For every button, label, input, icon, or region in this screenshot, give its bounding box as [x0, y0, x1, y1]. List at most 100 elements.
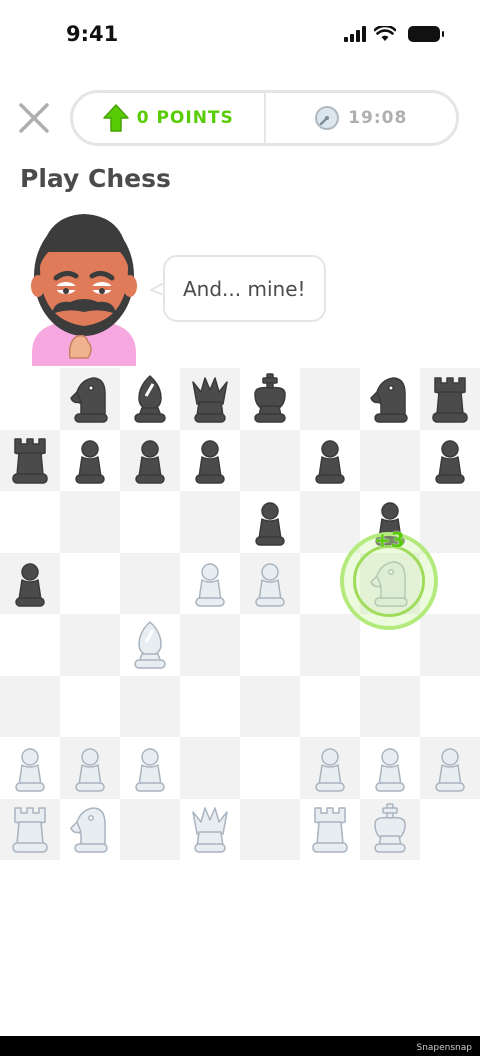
black-pawn-piece[interactable] — [300, 430, 360, 492]
points-section: 0 POINTS — [73, 93, 264, 143]
pawn-icon — [15, 748, 45, 792]
close-button[interactable] — [16, 100, 52, 136]
pawn-icon — [135, 440, 165, 484]
speech-text: And... mine! — [183, 276, 306, 301]
black-knight-piece[interactable] — [60, 368, 120, 430]
board-square[interactable] — [60, 552, 120, 614]
board-square[interactable] — [120, 675, 180, 737]
white-pawn-piece[interactable] — [360, 737, 420, 799]
score-timer-pill: 0 POINTS 19:08 — [70, 90, 459, 146]
black-queen-piece[interactable] — [180, 368, 240, 430]
pawn-icon — [135, 748, 165, 792]
black-pawn-piece[interactable] — [420, 430, 480, 492]
white-pawn-piece[interactable] — [300, 737, 360, 799]
board-square[interactable] — [420, 798, 480, 860]
board-square[interactable] — [300, 368, 360, 430]
board-square[interactable] — [240, 614, 300, 676]
black-pawn-piece[interactable] — [180, 430, 240, 492]
pawn-icon — [315, 440, 345, 484]
queen-icon — [192, 807, 228, 853]
knight-icon — [370, 377, 408, 423]
white-pawn-piece[interactable] — [0, 737, 60, 799]
rook-icon — [12, 438, 48, 484]
board-square[interactable] — [300, 614, 360, 676]
black-pawn-piece[interactable] — [240, 491, 300, 553]
black-rook-piece[interactable] — [420, 368, 480, 430]
board-square[interactable] — [300, 675, 360, 737]
white-queen-piece[interactable] — [180, 799, 240, 861]
white-bishop-piece[interactable] — [120, 614, 180, 676]
board-square[interactable] — [60, 614, 120, 676]
pawn-icon — [255, 502, 285, 546]
black-knight-piece[interactable] — [360, 368, 420, 430]
board-square[interactable] — [180, 737, 240, 799]
bishop-icon — [134, 375, 166, 423]
board-square[interactable] — [360, 675, 420, 737]
status-icons — [344, 26, 444, 42]
white-pawn-piece[interactable] — [420, 737, 480, 799]
board-square[interactable] — [420, 675, 480, 737]
black-pawn-piece[interactable] — [120, 430, 180, 492]
knight-icon — [70, 807, 108, 853]
board-square[interactable] — [120, 491, 180, 553]
board-square[interactable] — [0, 491, 60, 553]
knight-icon — [70, 377, 108, 423]
score-popup: +3 — [374, 528, 405, 552]
stopwatch-icon — [315, 106, 340, 130]
board-square[interactable] — [120, 798, 180, 860]
white-pawn-piece[interactable] — [120, 737, 180, 799]
board-square[interactable] — [420, 614, 480, 676]
white-rook-piece[interactable] — [0, 799, 60, 861]
board-square[interactable] — [120, 552, 180, 614]
white-pawn-piece[interactable] — [180, 553, 240, 615]
board-square[interactable] — [240, 798, 300, 860]
pawn-icon — [315, 748, 345, 792]
timer-section: 19:08 — [266, 93, 457, 143]
board-square[interactable] — [0, 614, 60, 676]
rook-icon — [312, 807, 348, 853]
bottom-bar: Snapensnap — [0, 1036, 480, 1056]
white-knight-piece[interactable] — [60, 799, 120, 861]
board-square[interactable] — [180, 491, 240, 553]
white-king-piece[interactable] — [360, 799, 420, 861]
board-square[interactable] — [60, 491, 120, 553]
board-square[interactable] — [240, 429, 300, 491]
move-highlight-inner-ring — [353, 545, 425, 617]
up-arrow-icon — [102, 104, 129, 132]
pawn-icon — [195, 440, 225, 484]
board-square[interactable] — [240, 675, 300, 737]
status-bar: 9:41 — [0, 0, 480, 72]
white-pawn-piece[interactable] — [240, 553, 300, 615]
page-title: Play Chess — [20, 164, 171, 193]
speech-bubble: And... mine! — [163, 255, 326, 322]
pawn-icon — [75, 748, 105, 792]
rook-icon — [12, 807, 48, 853]
opponent-avatar — [24, 208, 144, 366]
battery-icon — [408, 26, 444, 42]
board-square[interactable] — [240, 737, 300, 799]
pawn-icon — [195, 563, 225, 607]
black-bishop-piece[interactable] — [120, 368, 180, 430]
black-pawn-piece[interactable] — [60, 430, 120, 492]
board-square[interactable] — [0, 675, 60, 737]
board-square[interactable] — [180, 614, 240, 676]
queen-icon — [192, 377, 228, 423]
board-square[interactable] — [0, 368, 60, 430]
white-pawn-piece[interactable] — [60, 737, 120, 799]
bishop-icon — [134, 621, 166, 669]
board-square[interactable] — [420, 491, 480, 553]
black-king-piece[interactable] — [240, 368, 300, 430]
black-pawn-piece[interactable] — [0, 553, 60, 615]
pawn-icon — [75, 440, 105, 484]
board-square[interactable] — [360, 429, 420, 491]
board-square[interactable] — [60, 675, 120, 737]
board-square[interactable] — [300, 491, 360, 553]
wifi-icon — [374, 26, 396, 41]
board-square[interactable] — [180, 675, 240, 737]
status-time: 9:41 — [66, 22, 119, 46]
black-rook-piece[interactable] — [0, 430, 60, 492]
pawn-icon — [435, 440, 465, 484]
close-icon — [19, 103, 49, 133]
white-rook-piece[interactable] — [300, 799, 360, 861]
pawn-icon — [255, 563, 285, 607]
